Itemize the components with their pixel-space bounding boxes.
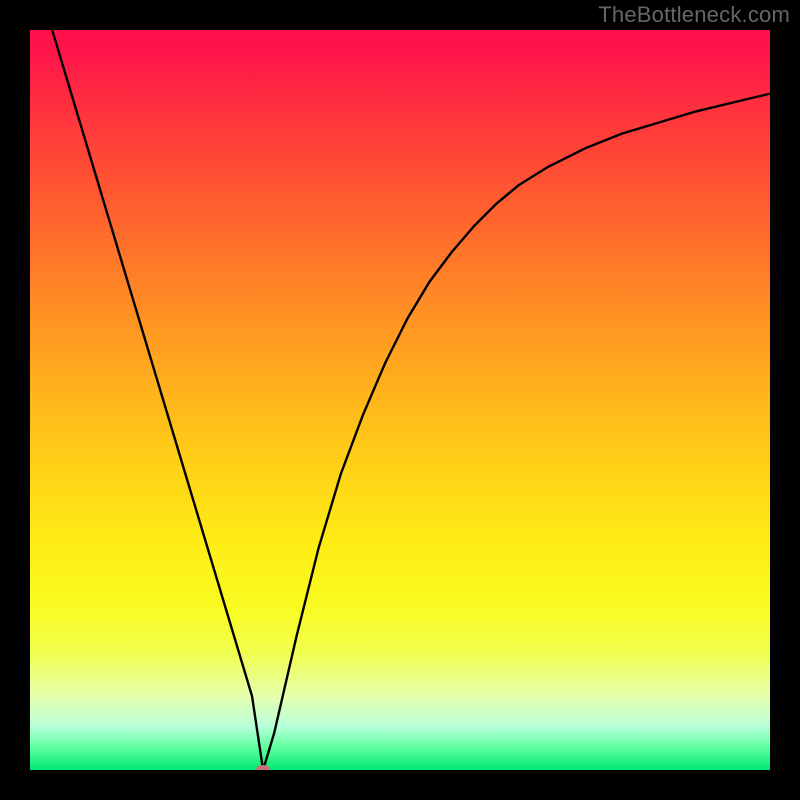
bottleneck-curve (30, 30, 770, 770)
minimum-marker-icon (256, 765, 270, 770)
plot-area (30, 30, 770, 770)
watermark-label: TheBottleneck.com (598, 2, 790, 28)
chart-frame: TheBottleneck.com (0, 0, 800, 800)
